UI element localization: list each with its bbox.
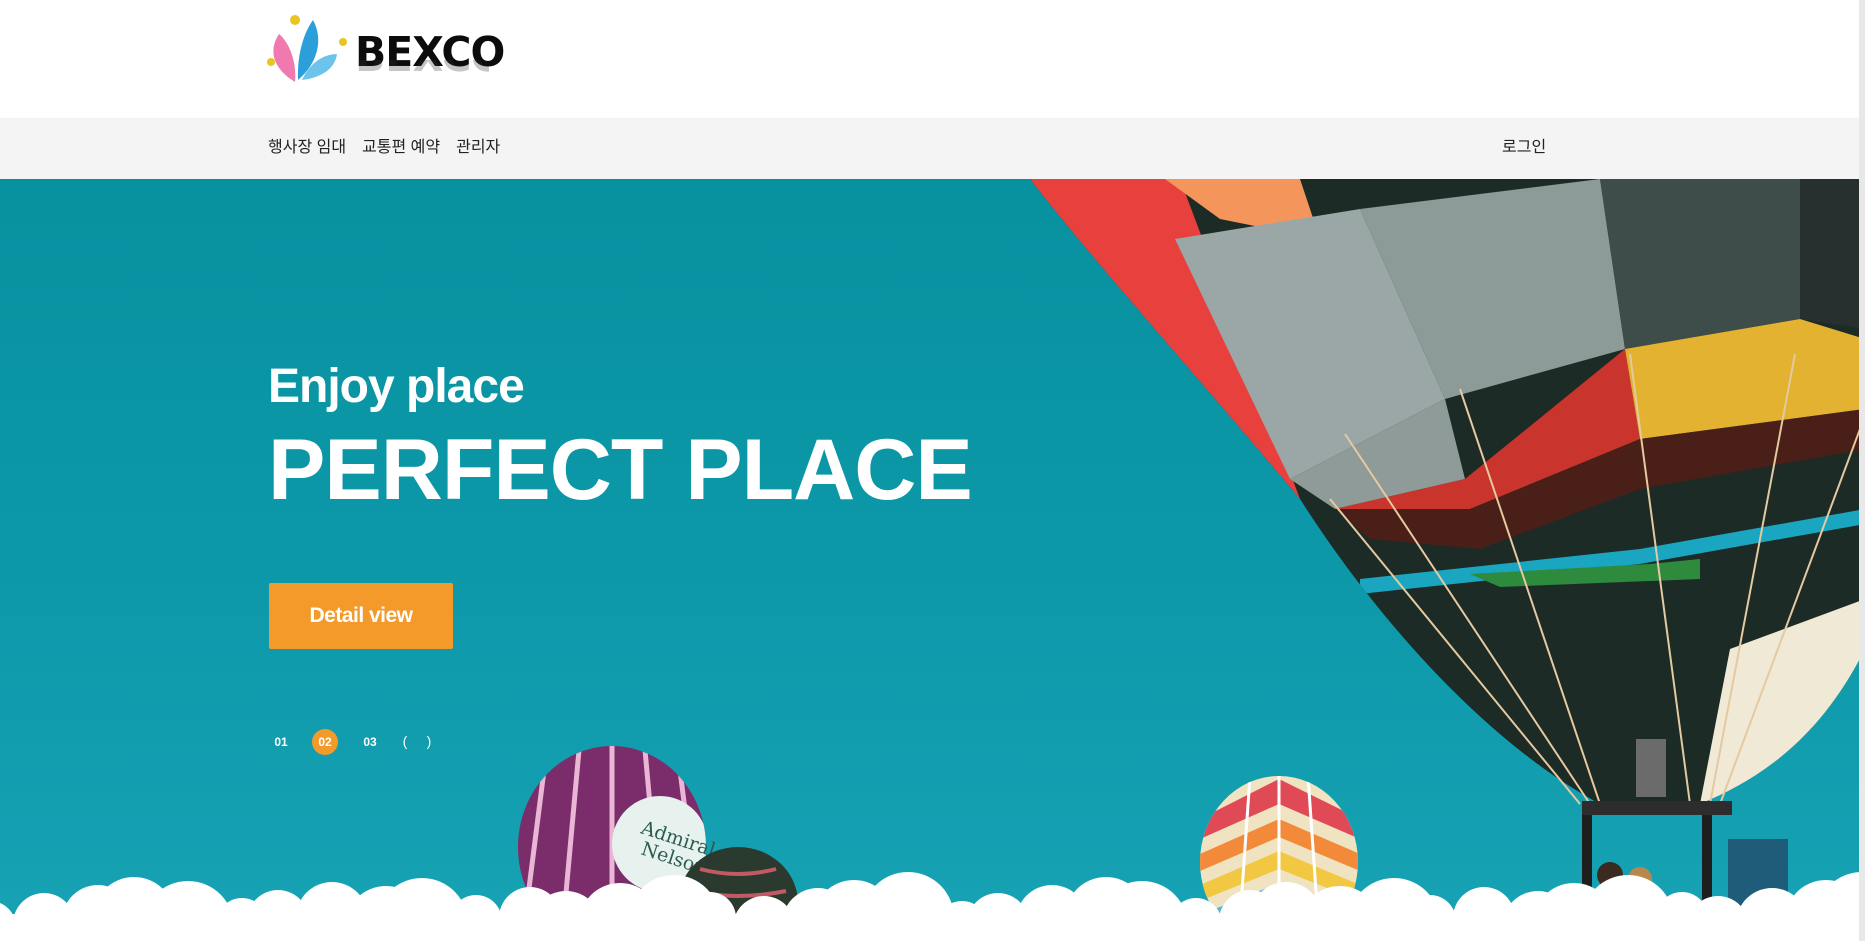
nav-item-venue-rental[interactable]: 행사장 임대	[268, 138, 346, 158]
nav-item-transport-reservation[interactable]: 교통편 예약	[362, 138, 440, 158]
site-header: BEXCO BEXCO	[0, 0, 1859, 118]
splash-logo-icon	[267, 15, 347, 82]
slide-dot-2-active[interactable]: 02	[312, 729, 338, 755]
slider-prev-icon[interactable]: (	[398, 729, 412, 755]
slide-dot-1[interactable]: 01	[268, 729, 294, 755]
slide-dot-3[interactable]: 03	[357, 729, 383, 755]
login-link[interactable]: 로그인	[1502, 138, 1546, 158]
detail-view-button[interactable]: Detail view	[269, 583, 453, 649]
hero-subtitle: Enjoy place	[268, 360, 525, 413]
hero-banner: Admiral Nelson's Enjoy place PERFECT PLA…	[0, 179, 1859, 941]
hot-air-balloon-image: Admiral Nelson's	[0, 179, 1859, 941]
logo-reflection: BEXCO	[357, 60, 489, 82]
nav-item-admin[interactable]: 관리자	[456, 138, 500, 158]
bexco-logo[interactable]: BEXCO BEXCO	[265, 14, 505, 86]
hero-title: PERFECT PLACE	[268, 422, 973, 518]
slider-next-icon[interactable]: )	[422, 729, 436, 755]
main-nav: 행사장 임대 교통편 예약 관리자 로그인	[0, 118, 1859, 179]
nav-menu: 행사장 임대 교통편 예약 관리자	[268, 138, 500, 158]
page-scrollbar[interactable]	[1859, 0, 1865, 941]
